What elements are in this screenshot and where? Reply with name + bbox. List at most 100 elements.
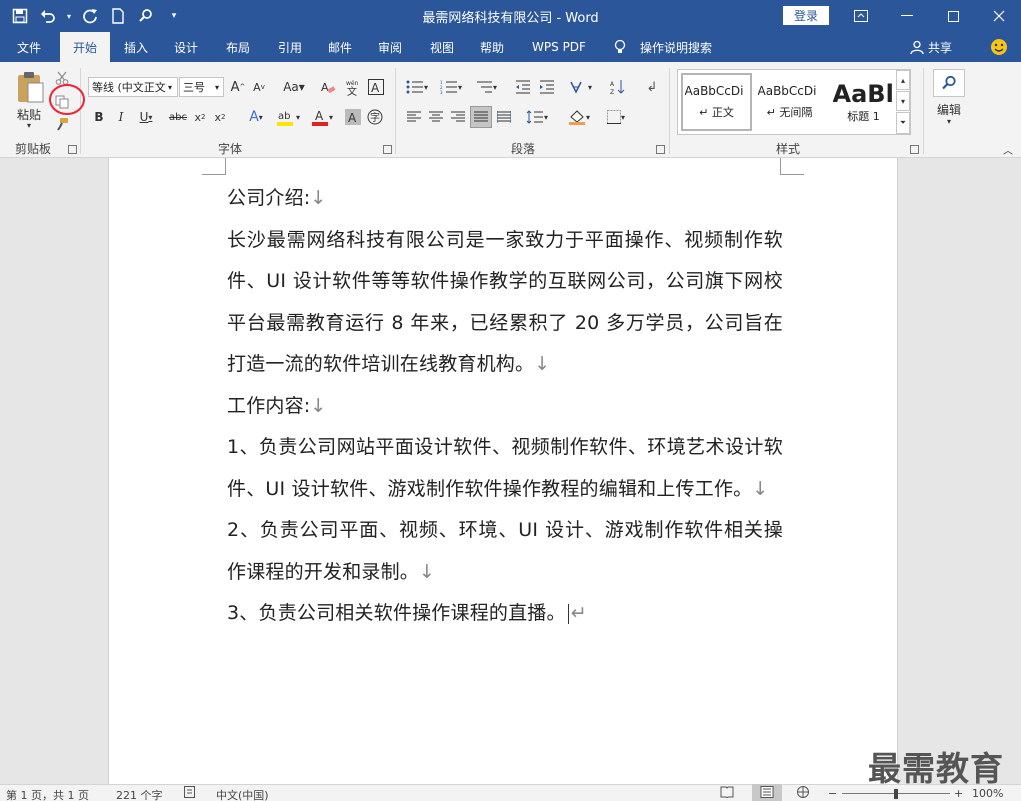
- text-effects-icon[interactable]: A ▾: [242, 107, 270, 127]
- style-heading-1[interactable]: AaBl 标题 1: [828, 73, 899, 131]
- share-button[interactable]: 共享: [904, 32, 958, 62]
- show-paragraph-marks-icon[interactable]: ↲: [642, 77, 662, 97]
- bold-icon[interactable]: B: [90, 107, 108, 127]
- increase-indent-icon[interactable]: [537, 77, 557, 97]
- sort-icon[interactable]: AZ: [608, 77, 628, 97]
- find-icon[interactable]: [933, 69, 965, 97]
- editing-dropdown-icon[interactable]: ▾: [943, 116, 955, 126]
- font-group-label: 字体: [217, 142, 242, 156]
- zoom-level[interactable]: 100%: [972, 787, 1003, 800]
- paragraph-launcher-icon[interactable]: [656, 145, 665, 154]
- character-shading-icon[interactable]: A: [344, 107, 362, 127]
- document-body[interactable]: 公司介绍:↓ 长沙最需网络科技有限公司是一家致力于平面操作、视频制作软件、UI …: [227, 178, 783, 635]
- tell-me-search[interactable]: 操作说明搜索: [634, 32, 718, 62]
- chinese-layout-icon[interactable]: ▾: [566, 77, 596, 97]
- tab-view[interactable]: 视图: [418, 32, 466, 62]
- align-right-icon[interactable]: [448, 107, 468, 127]
- clipboard-launcher-icon[interactable]: [68, 145, 77, 154]
- font-size-select[interactable]: 三号 ▾: [179, 77, 224, 97]
- clear-formatting-icon[interactable]: A: [319, 77, 337, 97]
- font-name-select[interactable]: 等线 (中文正文 ▾: [88, 77, 178, 97]
- minimize-icon[interactable]: [884, 0, 930, 32]
- align-left-icon[interactable]: [404, 107, 424, 127]
- language-indicator[interactable]: 中文(中国): [216, 787, 269, 801]
- search-icon[interactable]: [134, 4, 158, 28]
- editing-button[interactable]: 编辑: [931, 101, 967, 117]
- bullets-icon[interactable]: ▾: [402, 77, 432, 97]
- borders-icon[interactable]: ▾: [600, 107, 632, 127]
- styles-scroll-down-icon[interactable]: ▾: [896, 91, 910, 111]
- styles-scroll-up-icon[interactable]: ▴: [896, 70, 910, 90]
- phonetic-guide-icon[interactable]: wén 文: [343, 77, 363, 97]
- web-layout-icon[interactable]: [796, 786, 810, 801]
- ribbon-display-options-icon[interactable]: [838, 0, 884, 32]
- styles-group-label: 样式: [775, 142, 800, 156]
- character-border-icon[interactable]: A: [367, 77, 385, 97]
- shading-icon[interactable]: ▾: [564, 107, 594, 127]
- styles-launcher-icon[interactable]: [910, 145, 919, 154]
- undo-icon[interactable]: [36, 4, 60, 28]
- read-mode-icon[interactable]: [720, 786, 734, 801]
- zoom-out-icon[interactable]: −: [828, 787, 837, 800]
- zoom-in-icon[interactable]: +: [954, 787, 963, 800]
- superscript-icon[interactable]: x2: [211, 107, 229, 127]
- lightbulb-icon: [608, 32, 632, 62]
- style-normal[interactable]: AaBbCcDi ↵ 正文: [681, 73, 752, 131]
- line-break-mark: ↓: [752, 477, 769, 500]
- change-case-icon[interactable]: Aa▾: [280, 77, 308, 97]
- highlight-color-icon[interactable]: ab ▾: [273, 107, 303, 127]
- distributed-icon[interactable]: [494, 107, 514, 127]
- login-button[interactable]: 登录: [783, 6, 829, 25]
- undo-dropdown-icon[interactable]: ▾: [64, 4, 74, 28]
- zoom-slider-thumb[interactable]: [894, 789, 898, 799]
- format-painter-icon[interactable]: [53, 115, 71, 133]
- font-launcher-icon[interactable]: [383, 145, 392, 154]
- grow-font-icon[interactable]: A ^: [229, 77, 247, 97]
- line-break-mark: ↓: [534, 353, 551, 375]
- multilevel-list-icon[interactable]: ▾: [470, 77, 502, 97]
- smiley-feedback-icon[interactable]: [986, 32, 1012, 62]
- tab-home[interactable]: 开始: [60, 32, 110, 62]
- maximize-icon[interactable]: [930, 0, 976, 32]
- decrease-indent-icon[interactable]: [513, 77, 533, 97]
- print-layout-icon[interactable]: [752, 784, 782, 801]
- justify-icon[interactable]: [470, 106, 492, 128]
- collapse-ribbon-icon[interactable]: ︿: [1000, 142, 1016, 157]
- page-count[interactable]: 第 1 页，共 1 页: [6, 787, 89, 801]
- tab-insert[interactable]: 插入: [112, 32, 160, 62]
- numbering-icon[interactable]: 1 2 3 ▾: [436, 77, 466, 97]
- tab-layout[interactable]: 布局: [214, 32, 262, 62]
- enclose-characters-icon[interactable]: 字: [366, 107, 384, 127]
- word-count[interactable]: 221 个字: [116, 787, 163, 801]
- style-no-spacing[interactable]: AaBbCcDi ↵ 无间隔: [754, 73, 825, 131]
- new-document-icon[interactable]: [106, 4, 130, 28]
- paste-dropdown-icon[interactable]: ▾: [22, 120, 36, 130]
- italic-icon[interactable]: I: [112, 107, 130, 127]
- align-center-icon[interactable]: [426, 107, 446, 127]
- shrink-font-icon[interactable]: Av: [250, 77, 268, 97]
- save-icon[interactable]: [8, 4, 32, 28]
- underline-icon[interactable]: U ▾: [134, 107, 158, 127]
- svg-text:Z: Z: [610, 89, 614, 95]
- proofing-icon[interactable]: [184, 786, 198, 801]
- paste-icon[interactable]: [12, 68, 48, 106]
- tab-references[interactable]: 引用: [266, 32, 314, 62]
- tab-file[interactable]: 文件: [4, 32, 54, 62]
- tab-design[interactable]: 设计: [162, 32, 210, 62]
- tab-wps-pdf[interactable]: WPS PDF: [524, 32, 594, 62]
- close-icon[interactable]: [976, 0, 1021, 32]
- redo-icon[interactable]: [78, 4, 102, 28]
- tab-mailings[interactable]: 邮件: [316, 32, 364, 62]
- strikethrough-icon[interactable]: abc: [167, 107, 189, 127]
- styles-more-icon[interactable]: ⏷: [896, 112, 910, 134]
- vertical-scrollbar[interactable]: [1004, 158, 1021, 784]
- svg-text:文: 文: [347, 85, 357, 96]
- line-spacing-icon[interactable]: ▾: [522, 107, 552, 127]
- customize-toolbar-icon[interactable]: ▾: [162, 4, 186, 28]
- style-normal-preview: AaBbCcDi: [684, 84, 744, 98]
- tab-review[interactable]: 审阅: [366, 32, 414, 62]
- font-color-icon[interactable]: A ▾: [307, 107, 337, 127]
- tab-help[interactable]: 帮助: [468, 32, 516, 62]
- style-normal-label: ↵ 正文: [699, 106, 734, 119]
- subscript-icon[interactable]: x2: [191, 107, 209, 127]
